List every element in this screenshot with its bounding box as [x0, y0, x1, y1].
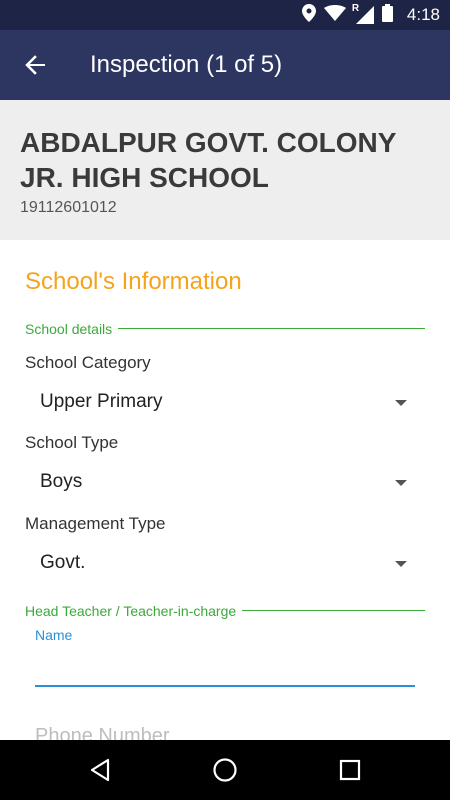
school-type-dropdown[interactable]: Boys — [25, 463, 425, 503]
status-time: 4:18 — [406, 5, 440, 24]
management-type-dropdown[interactable]: Govt. — [25, 544, 425, 584]
nav-recents-button[interactable] — [335, 755, 365, 785]
system-nav-bar — [0, 740, 450, 800]
nav-home-button[interactable] — [210, 755, 240, 785]
management-type-label: Management Type — [25, 514, 166, 533]
home-circle-icon — [213, 758, 237, 782]
battery-icon — [381, 3, 393, 27]
back-button[interactable] — [18, 48, 52, 82]
school-type-value: Boys — [40, 471, 83, 492]
status-bar: R 4:18 — [0, 0, 450, 30]
school-details-group-label: School details — [25, 321, 119, 337]
status-icons: R 4:18 — [301, 0, 440, 30]
school-header: ABDALPUR GOVT. COLONY JR. HIGH SCHOOL 19… — [0, 100, 450, 240]
dropdown-arrow-icon — [395, 561, 407, 567]
management-type-value: Govt. — [40, 552, 86, 573]
name-field-label: Name — [35, 627, 73, 643]
recents-square-icon — [339, 759, 361, 781]
app-bar: Inspection (1 of 5) — [0, 30, 450, 100]
school-code: 19112601012 — [20, 199, 117, 216]
location-icon — [301, 3, 316, 27]
dropdown-arrow-icon — [395, 400, 407, 406]
arrow-back-icon — [25, 55, 45, 75]
school-type-label: School Type — [25, 433, 119, 452]
school-category-dropdown[interactable]: Upper Primary — [25, 383, 425, 423]
school-category-label: School Category — [25, 353, 151, 372]
back-triangle-icon — [90, 758, 110, 782]
signal-roaming-icon: R — [351, 3, 374, 24]
roaming-label: R — [351, 3, 360, 14]
dropdown-arrow-icon — [395, 480, 407, 486]
page-title: Inspection (1 of 5) — [90, 51, 283, 78]
wifi-icon — [323, 4, 346, 26]
school-category-value: Upper Primary — [40, 391, 163, 412]
name-field[interactable] — [35, 645, 415, 687]
nav-back-button[interactable] — [85, 755, 115, 785]
school-name: ABDALPUR GOVT. COLONY JR. HIGH SCHOOL — [20, 127, 396, 193]
head-teacher-group-label: Head Teacher / Teacher-in-charge — [25, 603, 243, 619]
section-title: School's Information — [25, 268, 242, 295]
